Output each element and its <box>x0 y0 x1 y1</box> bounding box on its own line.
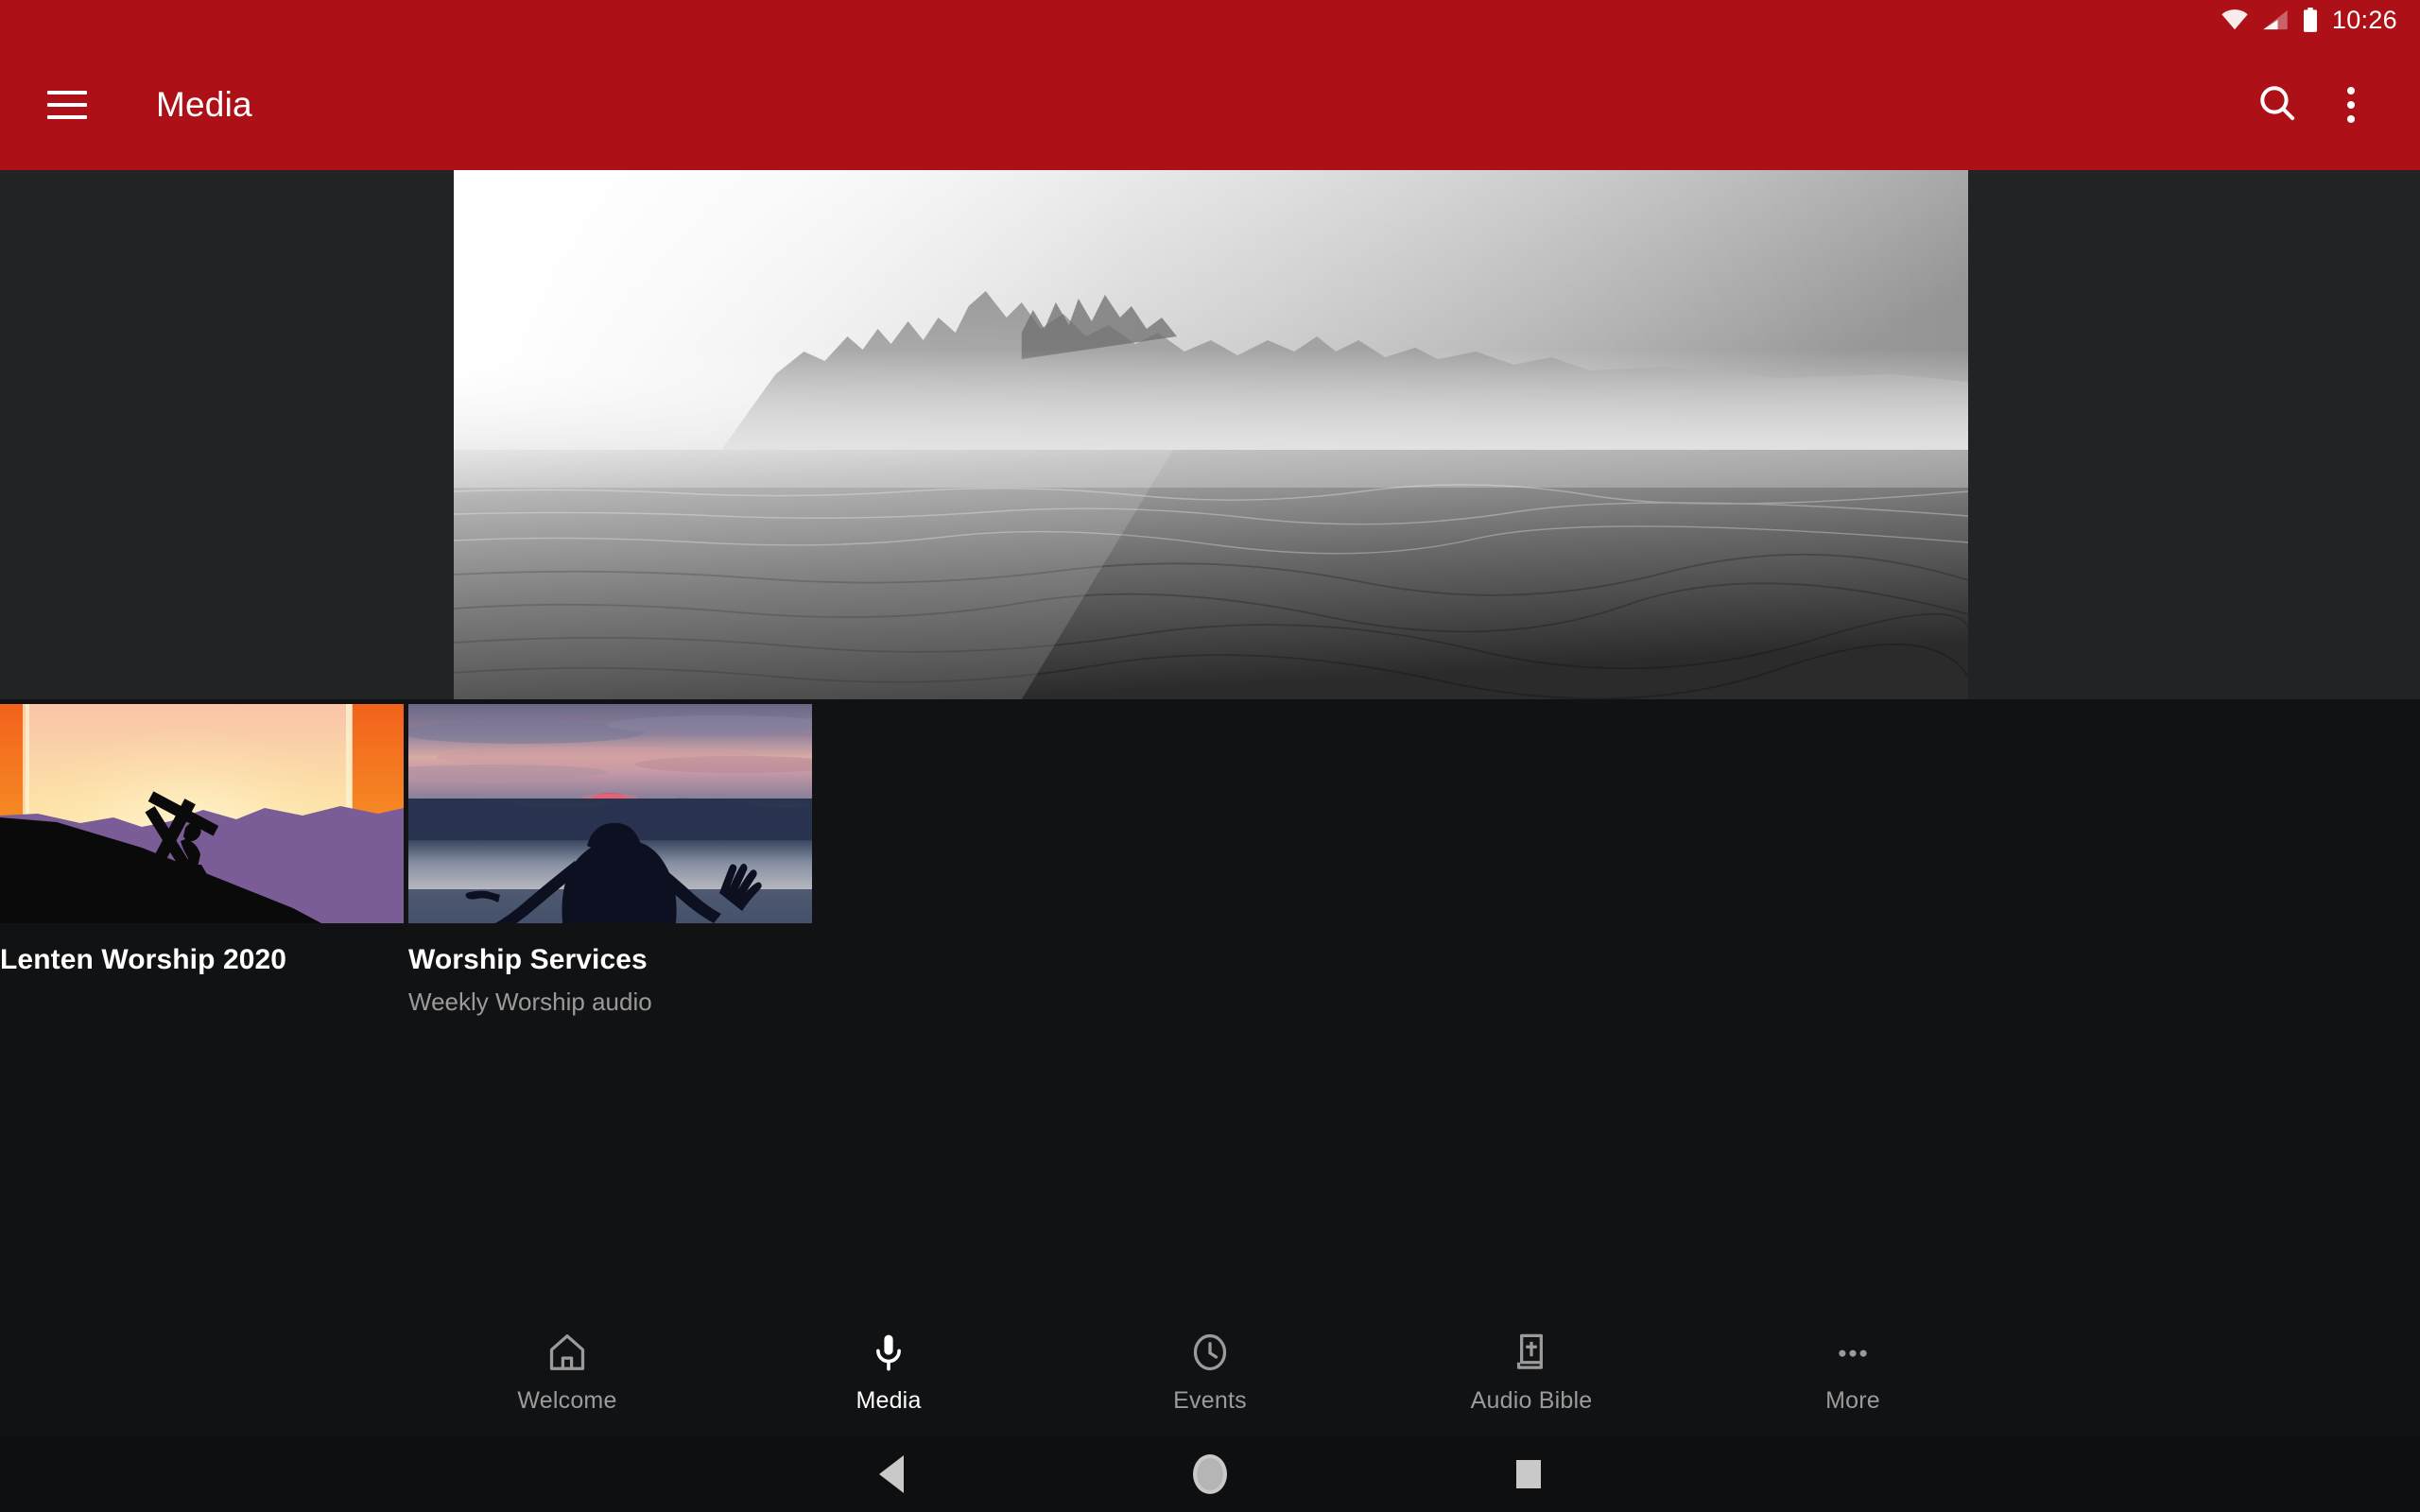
nav-tab-label: Welcome <box>517 1386 617 1414</box>
system-back-button[interactable] <box>0 1455 1099 1493</box>
hamburger-line <box>47 103 87 107</box>
home-circle-icon <box>1192 1454 1227 1494</box>
nav-tab-events[interactable]: Events <box>1049 1327 1371 1415</box>
cross-sunset-illustration <box>0 704 404 923</box>
card-thumbnail <box>408 704 812 923</box>
overflow-menu-icon <box>2347 87 2355 123</box>
nav-tab-label: More <box>1825 1386 1880 1414</box>
search-icon <box>2256 81 2299 129</box>
nav-tab-media[interactable]: Media <box>728 1327 1049 1415</box>
app-bar: 10:26 Media <box>0 0 2420 170</box>
system-home-button[interactable] <box>1099 1454 1320 1494</box>
overflow-dot <box>2347 115 2355 123</box>
system-recents-button[interactable] <box>1321 1460 2420 1488</box>
more-dots-icon <box>1831 1327 1875 1374</box>
nav-tab-more[interactable]: More <box>1692 1327 2014 1415</box>
bible-book-icon <box>1510 1327 1553 1374</box>
cellular-signal-icon <box>2262 9 2289 31</box>
nav-tab-audio-bible[interactable]: Audio Bible <box>1371 1327 1692 1415</box>
media-card-lenten-worship-2020[interactable]: Lenten Worship 2020 <box>0 704 404 1016</box>
card-subtitle: Weekly Worship audio <box>408 988 652 1016</box>
hamburger-menu-icon[interactable] <box>38 76 96 134</box>
bottom-navigation-bar: Welcome Media Events Audio Bible More <box>0 1304 2420 1436</box>
media-content-area: Lenten Worship 2020 Worship Services Wee… <box>0 699 2420 1285</box>
media-card-list: Lenten Worship 2020 Worship Services Wee… <box>0 704 812 1016</box>
back-triangle-icon <box>879 1455 904 1493</box>
card-title: Worship Services <box>408 944 648 975</box>
media-card-worship-services[interactable]: Worship Services Weekly Worship audio <box>408 704 812 1016</box>
overflow-menu-button[interactable] <box>2314 68 2388 142</box>
nav-tab-label: Audio Bible <box>1470 1386 1593 1414</box>
card-thumbnail <box>0 704 404 923</box>
page-title: Media <box>156 85 252 124</box>
overflow-dot <box>2347 101 2355 109</box>
status-bar: 10:26 <box>0 0 2420 40</box>
card-title: Lenten Worship 2020 <box>0 944 287 975</box>
hero-image[interactable] <box>454 170 1968 699</box>
search-button[interactable] <box>2240 68 2314 142</box>
recents-square-icon <box>1515 1460 1541 1488</box>
status-bar-clock: 10:26 <box>2331 5 2397 34</box>
android-system-nav-bar <box>0 1436 2420 1512</box>
card-text-block: Worship Services Weekly Worship audio <box>408 923 812 1016</box>
nav-tab-label: Events <box>1173 1386 1247 1414</box>
clock-icon <box>1188 1327 1232 1374</box>
hamburger-line <box>47 115 87 119</box>
hero-image-graphic <box>454 170 1968 699</box>
card-text-block: Lenten Worship 2020 <box>0 923 404 975</box>
nav-tab-label: Media <box>856 1386 922 1414</box>
nav-tab-welcome[interactable]: Welcome <box>406 1327 728 1415</box>
battery-icon <box>2302 7 2319 33</box>
home-icon <box>545 1327 589 1374</box>
microphone-icon <box>867 1327 910 1374</box>
wifi-icon <box>2221 9 2249 31</box>
raised-arms-sunset-photo <box>408 704 812 923</box>
hamburger-line <box>47 91 87 94</box>
overflow-dot <box>2347 87 2355 94</box>
app-screen: 10:26 Media Lenten Worship 2020 Worship … <box>0 0 2420 1512</box>
